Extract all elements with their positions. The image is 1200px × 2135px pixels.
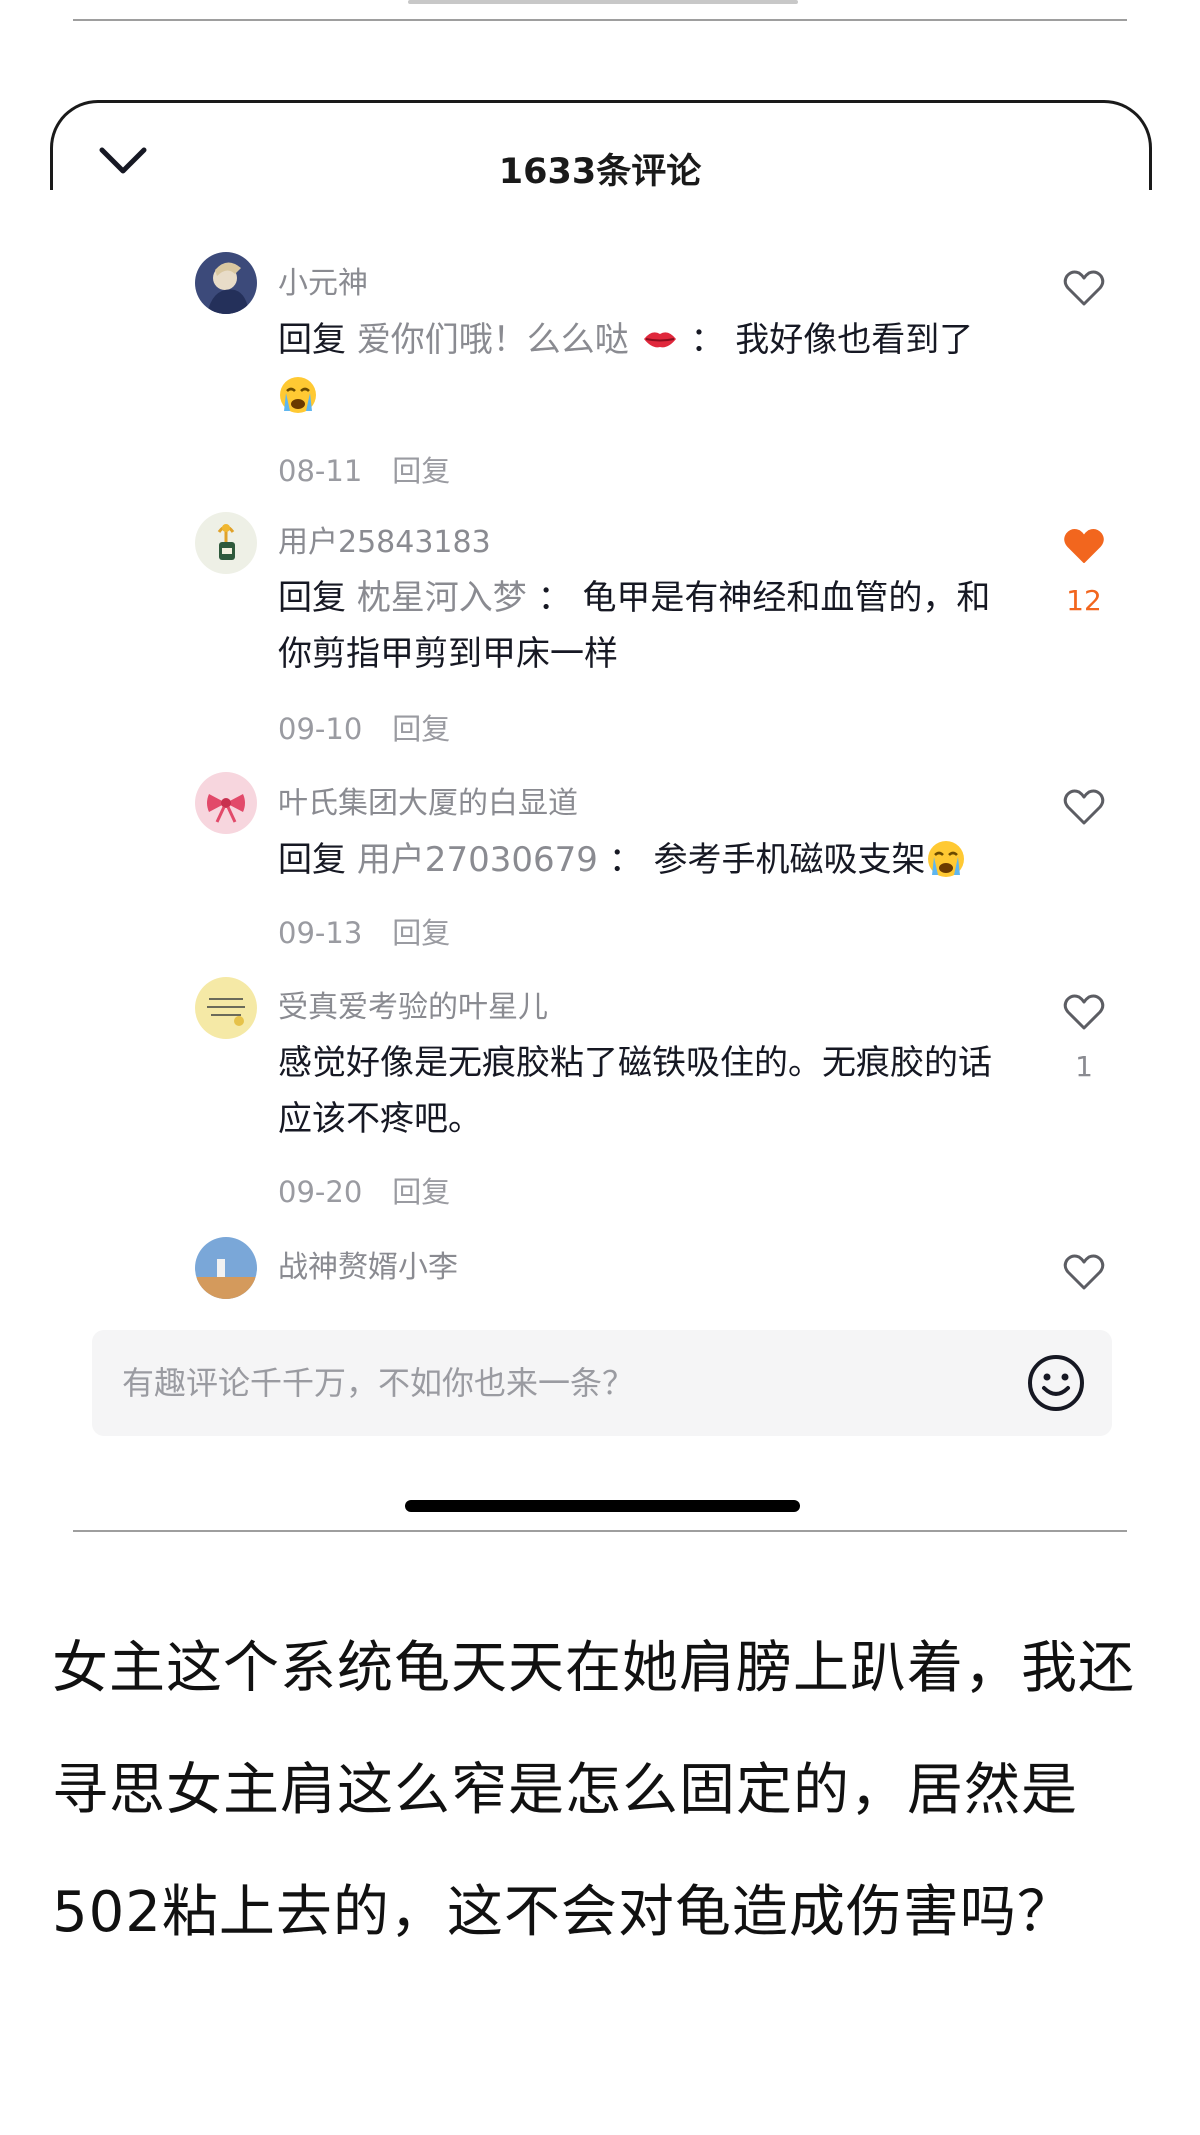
comment-meta: 09-10 回复	[278, 706, 450, 748]
comment-date: 09-20	[278, 1175, 363, 1209]
smiley-icon[interactable]	[1026, 1353, 1086, 1413]
avatar[interactable]	[195, 252, 257, 314]
avatar[interactable]	[195, 772, 257, 834]
lips-emoji-icon	[643, 332, 676, 348]
reply-prefix: 回复	[278, 578, 346, 618]
comment-text: 回复 爱你们哦！么么哒 ： 我好像也看到了	[278, 312, 1018, 424]
reply-button[interactable]: 回复	[392, 454, 450, 488]
comment-username[interactable]: 用户25843183	[278, 517, 491, 561]
reply-separator: ：	[608, 840, 643, 880]
reply-button[interactable]: 回复	[392, 916, 450, 950]
crying-emoji-icon	[280, 377, 316, 413]
comment-meta: 08-11 回复	[278, 448, 450, 490]
heart-outline-icon[interactable]	[1062, 1250, 1106, 1294]
reply-separator: ：	[690, 320, 725, 360]
comment-username[interactable]: 小元神	[278, 258, 368, 302]
comment-text: 感觉好像是无痕胶粘了磁铁吸住的。无痕胶的话应该不疼吧。	[278, 1035, 1018, 1147]
comment-username[interactable]: 叶氏集团大厦的白显道	[278, 778, 578, 822]
comment-count-title: 1633条评论	[498, 152, 702, 192]
comment-username[interactable]: 战神赘婿小李	[278, 1242, 458, 1286]
crying-emoji-icon	[927, 841, 964, 877]
previous-home-indicator	[408, 0, 798, 4]
post-caption: 女主这个系统龟天天在她肩膀上趴着，我还寻思女主肩这么窄是怎么固定的，居然是502…	[52, 1636, 1135, 1945]
comment-date: 09-13	[278, 916, 363, 950]
comment-input-bar	[92, 1330, 1112, 1436]
heart-outline-icon[interactable]	[1062, 990, 1106, 1034]
avatar[interactable]	[195, 977, 257, 1039]
reply-target-username[interactable]: 枕星河入梦	[357, 578, 527, 618]
reply-prefix: 回复	[278, 320, 346, 360]
comment-input[interactable]	[122, 1330, 1002, 1436]
comment-body: 感觉好像是无痕胶粘了磁铁吸住的。无痕胶的话应该不疼吧。	[278, 1043, 992, 1139]
reply-button[interactable]: 回复	[392, 1175, 450, 1209]
comment-body: 我好像也看到了	[735, 320, 974, 360]
like-count: 12	[1066, 584, 1102, 617]
top-divider	[73, 19, 1127, 21]
avatar[interactable]	[195, 512, 257, 574]
reply-target-username[interactable]: 用户27030679	[357, 840, 598, 880]
heart-filled-icon[interactable]	[1062, 524, 1106, 568]
bottom-divider	[73, 1530, 1127, 1532]
home-indicator	[405, 1500, 800, 1512]
comment-username[interactable]: 受真爱考验的叶星儿	[278, 982, 548, 1026]
comment-text: 回复 枕星河入梦 ： 龟甲是有神经和血管的，和你剪指甲剪到甲床一样	[278, 570, 1018, 682]
avatar[interactable]	[195, 1237, 257, 1299]
reply-prefix: 回复	[278, 840, 346, 880]
heart-outline-icon[interactable]	[1062, 785, 1106, 829]
comment-date: 08-11	[278, 454, 363, 488]
reply-button[interactable]: 回复	[392, 712, 450, 746]
comment-date: 09-10	[278, 712, 363, 746]
comment-meta: 09-20 回复	[278, 1169, 450, 1211]
comment-text: 回复 用户27030679 ： 参考手机磁吸支架	[278, 832, 1018, 888]
heart-outline-icon[interactable]	[1062, 266, 1106, 310]
comment-meta: 09-13 回复	[278, 910, 450, 952]
reply-separator: ：	[537, 578, 572, 618]
reply-target-username[interactable]: 爱你们哦！么么哒	[357, 320, 629, 360]
comment-body: 参考手机磁吸支架	[653, 840, 926, 880]
like-count: 1	[1075, 1050, 1093, 1083]
